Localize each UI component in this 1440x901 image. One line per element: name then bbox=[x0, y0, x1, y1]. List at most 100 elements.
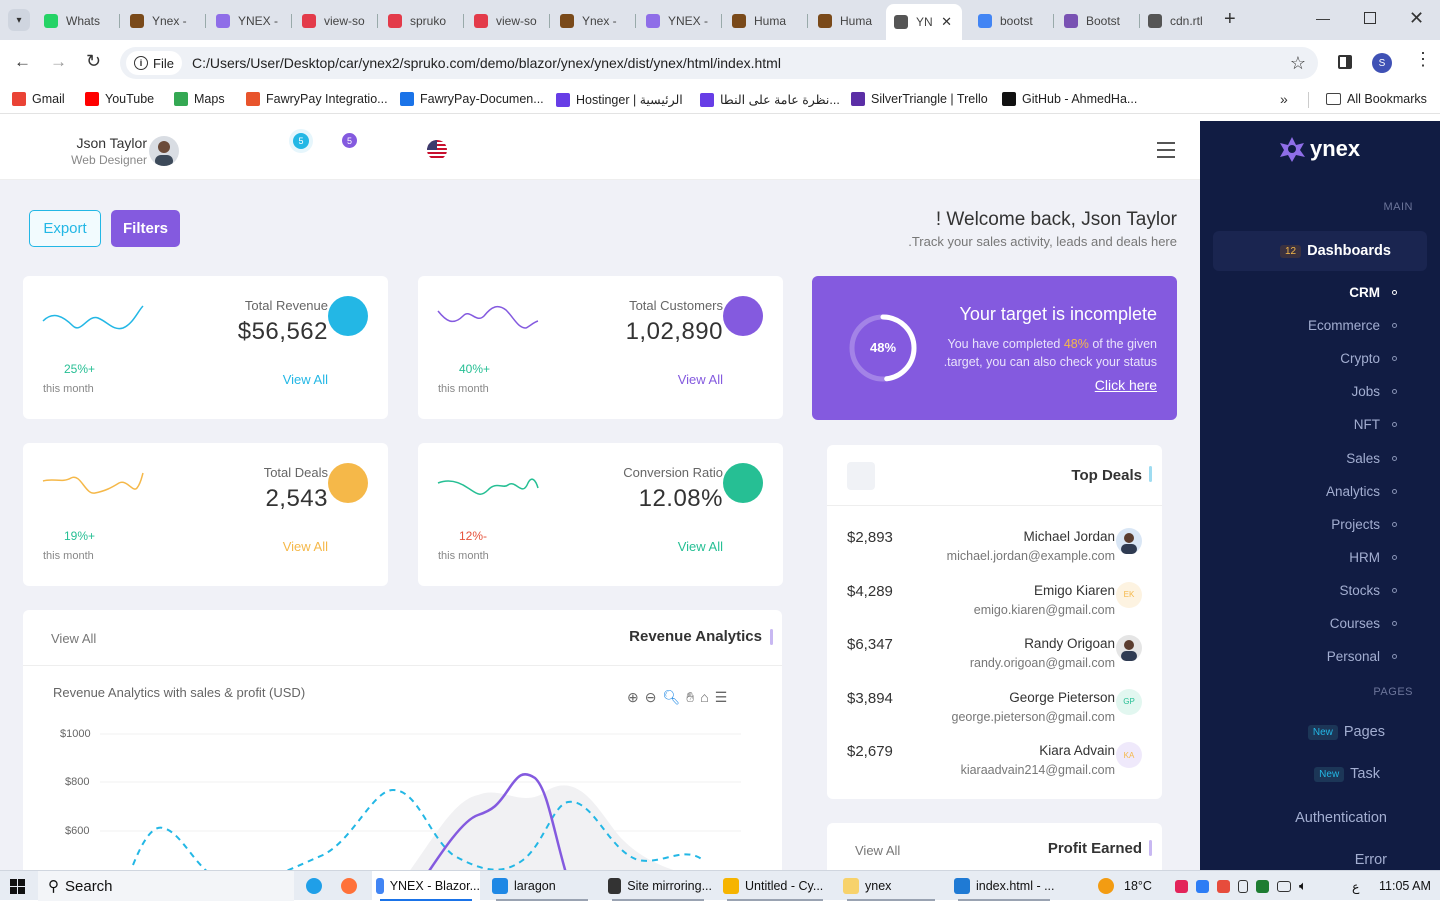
view-all-link[interactable]: View All bbox=[283, 372, 328, 387]
bookmark-item[interactable]: نظرة عامة على النطا... bbox=[700, 92, 840, 107]
url-text[interactable]: C:/Users/User/Desktop/car/ynex2/spruko.c… bbox=[192, 55, 781, 71]
minimize-button[interactable]: — bbox=[1316, 10, 1330, 26]
sidebar-item-jobs[interactable]: Jobs bbox=[1351, 384, 1397, 399]
filters-button[interactable]: Filters bbox=[111, 210, 180, 247]
taskbar-app[interactable]: laragon bbox=[488, 871, 596, 901]
sidebar-item-analytics[interactable]: Analytics bbox=[1326, 484, 1397, 499]
view-all-link[interactable]: View All bbox=[283, 539, 328, 554]
export-button[interactable]: Export bbox=[29, 210, 101, 247]
taskbar-app[interactable]: Untitled - Cy... bbox=[719, 871, 831, 901]
browser-tab[interactable]: YN ✕ bbox=[886, 4, 962, 40]
address-bar[interactable]: i File C:/Users/User/Desktop/car/ynex2/s… bbox=[120, 47, 1318, 79]
edge-icon[interactable] bbox=[306, 871, 322, 901]
deals-options-button[interactable] bbox=[847, 462, 875, 490]
us-flag-icon[interactable] bbox=[427, 140, 447, 160]
new-tab-button[interactable]: + bbox=[1224, 9, 1236, 29]
bookmark-item[interactable]: YouTube bbox=[85, 92, 154, 106]
sidebar-item-crypto[interactable]: Crypto bbox=[1340, 351, 1397, 366]
sidebar-item-ecommerce[interactable]: Ecommerce bbox=[1308, 318, 1397, 333]
view-all-link[interactable]: View All bbox=[678, 372, 723, 387]
browser-tab[interactable]: cdn.rtl bbox=[1140, 8, 1220, 34]
sidebar-item-authentication[interactable]: Authentication bbox=[1295, 810, 1387, 826]
tab-search-button[interactable]: ▾ bbox=[8, 9, 30, 31]
browser-tab[interactable]: Bootst bbox=[1056, 8, 1136, 34]
browser-tab[interactable]: spruko bbox=[380, 8, 460, 34]
bookmark-item[interactable]: GitHub - AhmedHa... bbox=[1002, 92, 1137, 106]
more-bookmarks-button[interactable]: » bbox=[1280, 91, 1288, 107]
tab-title: cdn.rtl bbox=[1170, 14, 1203, 28]
shield-icon[interactable] bbox=[1256, 879, 1269, 893]
sidebar-item-dashboards[interactable]: 12 Dashboards bbox=[1213, 231, 1427, 271]
sidebar-item-crm[interactable]: CRM bbox=[1349, 285, 1397, 300]
forward-button[interactable]: → bbox=[50, 52, 67, 72]
firefox-icon[interactable] bbox=[341, 871, 357, 901]
usb-icon[interactable] bbox=[1238, 879, 1248, 893]
sidebar-item-sales[interactable]: Sales bbox=[1346, 451, 1397, 466]
notification-badge[interactable]: 5 bbox=[293, 133, 309, 149]
bookmark-item[interactable]: FawryPay Integratio... bbox=[246, 92, 388, 106]
close-window-button[interactable]: ✕ bbox=[1409, 8, 1424, 29]
browser-tab[interactable]: YNEX - bbox=[638, 8, 718, 34]
clock[interactable]: 11:05 AM bbox=[1379, 871, 1431, 901]
input-language[interactable]: ع bbox=[1352, 871, 1359, 901]
browser-tab[interactable]: Ynex - bbox=[122, 8, 202, 34]
browser-tab[interactable]: Huma bbox=[810, 8, 880, 34]
taskbar-app[interactable]: index.html - ... bbox=[950, 871, 1058, 901]
profit-view-all-link[interactable]: View All bbox=[855, 843, 900, 858]
all-bookmarks-button[interactable]: All Bookmarks bbox=[1326, 92, 1427, 106]
reload-button[interactable]: ↻ bbox=[86, 51, 101, 72]
star-icon[interactable]: ☆ bbox=[1290, 53, 1306, 74]
taskbar-search[interactable]: ⚲ Search bbox=[38, 871, 294, 901]
taskbar-app[interactable]: YNEX - Blazor... bbox=[372, 871, 480, 901]
menu-toggle-button[interactable] bbox=[1157, 142, 1175, 158]
browser-tab[interactable]: bootst bbox=[970, 8, 1050, 34]
volume-icon[interactable]: 🔈︎ bbox=[1299, 878, 1307, 894]
bookmark-item[interactable]: Maps bbox=[174, 92, 225, 106]
browser-tab[interactable]: YNEX - bbox=[208, 8, 288, 34]
tray-app-icon[interactable] bbox=[1196, 879, 1209, 893]
sidebar-item-projects[interactable]: Projects bbox=[1331, 517, 1397, 532]
network-icon[interactable] bbox=[1277, 880, 1291, 892]
sidebar-item-stocks[interactable]: Stocks bbox=[1339, 583, 1397, 598]
sidebar-item-courses[interactable]: Courses bbox=[1330, 616, 1397, 631]
bookmark-item[interactable]: Hostinger | الرئيسية bbox=[556, 92, 683, 107]
view-all-link[interactable]: View All bbox=[678, 539, 723, 554]
tray-app-icon[interactable] bbox=[1175, 879, 1188, 893]
side-panel-button[interactable] bbox=[1338, 55, 1352, 69]
sidebar-item-task[interactable]: New Task bbox=[1314, 766, 1380, 782]
table-row[interactable]: $2,679 Kiara Advain kiaraadvain214@gmail.c… bbox=[827, 740, 1162, 790]
site-info-button[interactable]: i File bbox=[126, 51, 182, 75]
browser-tab[interactable]: Huma bbox=[724, 8, 804, 34]
profile-avatar[interactable]: S bbox=[1372, 53, 1392, 73]
restore-button[interactable] bbox=[1364, 12, 1376, 24]
sidebar-item-pages[interactable]: New Pages bbox=[1307, 724, 1385, 740]
cart-badge[interactable]: 5 bbox=[342, 133, 357, 148]
tray-app-icon[interactable] bbox=[1217, 879, 1230, 893]
taskbar-app[interactable]: Site mirroring... bbox=[604, 871, 712, 901]
start-button[interactable] bbox=[10, 871, 25, 901]
sidebar-item-personal[interactable]: Personal bbox=[1327, 649, 1397, 664]
browser-tab[interactable]: view-so bbox=[466, 8, 546, 34]
sidebar-item-nft[interactable]: NFT bbox=[1354, 417, 1397, 432]
browser-tab[interactable]: Ynex - bbox=[552, 8, 632, 34]
sidebar-item-hrm[interactable]: HRM bbox=[1349, 550, 1397, 565]
avatar[interactable] bbox=[149, 136, 179, 166]
bookmark-item[interactable]: FawryPay-Documen... bbox=[400, 92, 544, 106]
table-row[interactable]: $4,289 Emigo Kiaren emigo.kiaren@gmail.com… bbox=[827, 580, 1162, 630]
browser-menu-button[interactable]: ⋮ bbox=[1414, 50, 1432, 68]
weather-widget[interactable]: 18°C bbox=[1098, 871, 1152, 901]
table-row[interactable]: $2,893 Michael Jordan michael.jordan@examp… bbox=[827, 526, 1162, 576]
sidebar-item-error[interactable]: Error bbox=[1355, 852, 1387, 868]
table-row[interactable]: $3,894 George Pieterson george.pieterson@g… bbox=[827, 687, 1162, 737]
logo[interactable]: ynex bbox=[1278, 135, 1360, 163]
click-here-link[interactable]: Click here bbox=[1095, 377, 1157, 393]
close-tab-icon[interactable]: ✕ bbox=[941, 14, 952, 30]
search-icon: ⚲ bbox=[48, 878, 59, 895]
browser-tab[interactable]: Whats bbox=[36, 8, 116, 34]
bookmark-item[interactable]: SilverTriangle | Trello bbox=[851, 92, 988, 106]
taskbar-app[interactable]: ynex bbox=[839, 871, 943, 901]
back-button[interactable]: ← bbox=[14, 52, 31, 72]
browser-tab[interactable]: view-so bbox=[294, 8, 374, 34]
bookmark-item[interactable]: Gmail bbox=[12, 92, 65, 106]
table-row[interactable]: $6,347 Randy Origoan randy.origoan@gmail.c… bbox=[827, 633, 1162, 683]
